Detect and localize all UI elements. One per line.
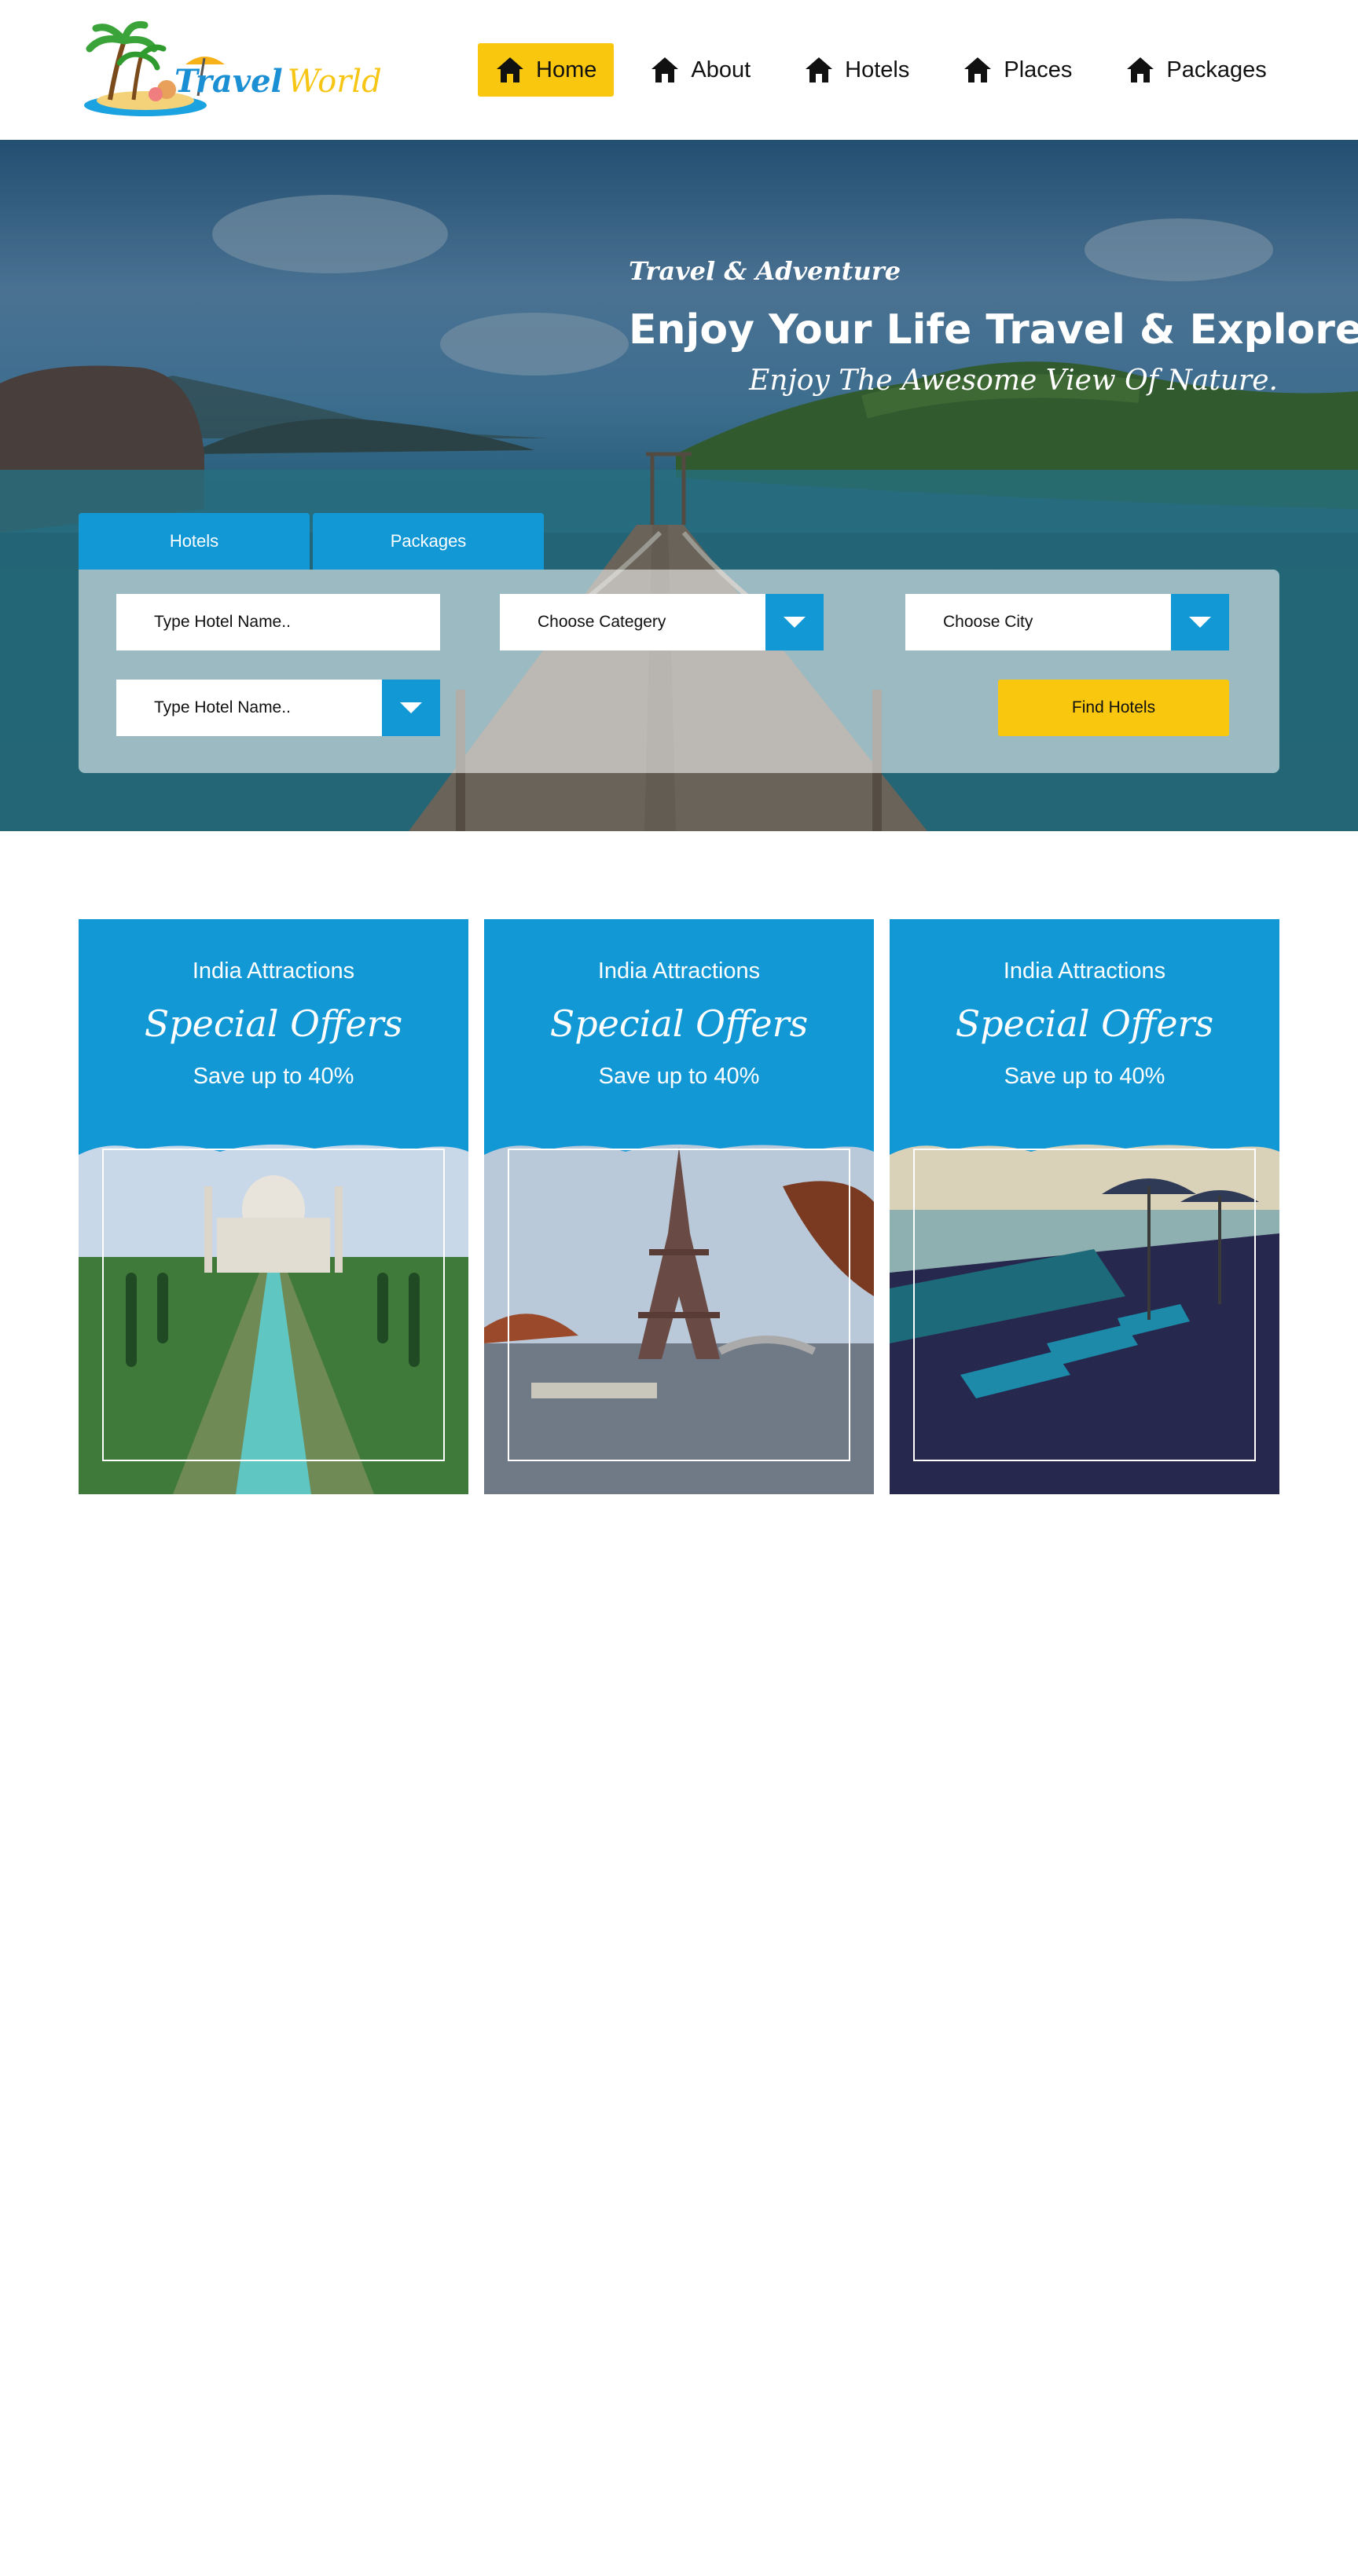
nav-item-label: About <box>691 57 751 82</box>
brand-wordmark: Travel World <box>174 63 382 100</box>
offer-card-header: India Attractions Special Offers Save up… <box>890 919 1279 1147</box>
category-select[interactable]: Choose Categery <box>500 594 824 650</box>
main-nav: Home About Hotels Places Packages <box>478 43 1284 97</box>
nav-item-packages[interactable]: Packages <box>1108 43 1283 97</box>
home-icon <box>964 57 992 82</box>
city-select[interactable]: Choose City <box>905 594 1229 650</box>
offer-discount: Save up to 40% <box>193 1064 354 1089</box>
brand-logo[interactable]: Travel World <box>79 17 382 119</box>
offer-card-header: India Attractions Special Offers Save up… <box>79 919 468 1147</box>
offer-discount: Save up to 40% <box>598 1064 760 1089</box>
nav-item-label: Hotels <box>845 57 910 82</box>
offer-kicker: India Attractions <box>192 958 355 984</box>
offer-title: Special Offers <box>955 1002 1214 1045</box>
offer-card[interactable]: India Attractions Special Offers Save up… <box>890 919 1279 1494</box>
offer-kicker: India Attractions <box>1003 958 1166 984</box>
chevron-down-icon <box>784 617 806 628</box>
nav-item-label: Packages <box>1166 57 1267 82</box>
hotel-name-input[interactable]: Type Hotel Name.. <box>116 594 440 650</box>
search-form: Type Hotel Name.. Choose Categery Choose… <box>79 570 1279 773</box>
home-icon <box>651 57 679 82</box>
taj-mahal-image <box>79 1144 468 1494</box>
home-icon <box>1127 57 1154 82</box>
beach-lounge-image <box>890 1144 1279 1494</box>
eiffel-tower-image <box>484 1144 874 1494</box>
home-icon <box>497 57 523 82</box>
nav-item-home[interactable]: Home <box>478 43 615 97</box>
hero-kicker: Travel & Adventure <box>629 256 901 286</box>
nav-item-about[interactable]: About <box>633 43 768 97</box>
site-header: Travel World Home About Hotels Places Pac… <box>0 0 1358 140</box>
offer-card[interactable]: India Attractions Special Offers Save up… <box>79 919 468 1494</box>
nav-item-places[interactable]: Places <box>945 43 1089 97</box>
nav-item-label: Home <box>536 57 597 82</box>
hero-section: Travel & Adventure Enjoy Your Life Trave… <box>0 140 1358 831</box>
offer-kicker: India Attractions <box>597 958 761 984</box>
brand-name-part1: Travel <box>174 63 283 100</box>
hotel-name-dropdown-button[interactable] <box>382 680 440 736</box>
chevron-down-icon <box>400 702 422 713</box>
tab-packages[interactable]: Packages <box>313 513 544 570</box>
chevron-down-icon <box>1189 617 1211 628</box>
tab-hotels[interactable]: Hotels <box>79 513 310 570</box>
hotel-name-select-value: Type Hotel Name.. <box>154 698 291 716</box>
home-icon <box>806 57 833 82</box>
category-dropdown-button[interactable] <box>765 594 824 650</box>
category-select-value: Choose Categery <box>538 613 666 631</box>
find-hotels-button[interactable]: Find Hotels <box>998 680 1229 736</box>
offer-card[interactable]: India Attractions Special Offers Save up… <box>484 919 874 1494</box>
offer-card-header: India Attractions Special Offers Save up… <box>484 919 874 1147</box>
search-tabs: Hotels Packages <box>79 513 547 570</box>
brand-name-part2: World <box>287 64 382 100</box>
city-select-value: Choose City <box>943 613 1033 631</box>
offer-discount: Save up to 40% <box>1004 1064 1165 1089</box>
hotel-name-select[interactable]: Type Hotel Name.. <box>116 680 440 736</box>
offer-title: Special Offers <box>549 1002 809 1045</box>
hero-title: Enjoy Your Life Travel & Explore <box>629 306 1358 354</box>
offers-section: India Attractions Special Offers Save up… <box>79 919 1279 1494</box>
hero-subtitle: Enjoy The Awesome View Of Nature. <box>749 365 1278 397</box>
city-dropdown-button[interactable] <box>1171 594 1229 650</box>
nav-item-label: Places <box>1004 57 1073 82</box>
offer-title: Special Offers <box>144 1002 403 1045</box>
nav-item-hotels[interactable]: Hotels <box>787 43 927 97</box>
